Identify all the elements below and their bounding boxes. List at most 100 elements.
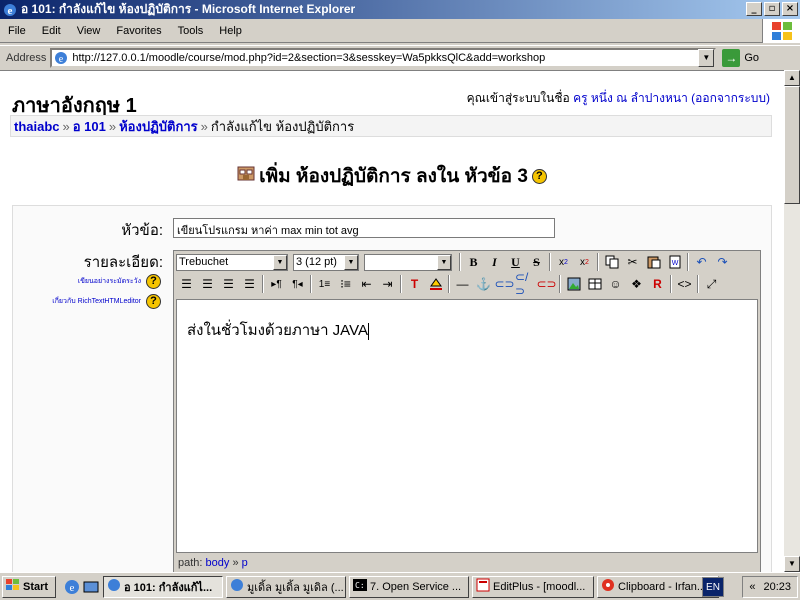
ordered-list-icon[interactable]: 1≡: [314, 274, 335, 294]
page-icon: e: [54, 51, 68, 65]
windows-logo-icon: [6, 579, 20, 594]
background-color-icon[interactable]: [425, 274, 446, 294]
paste-icon[interactable]: [643, 252, 664, 272]
align-left-icon[interactable]: ☰: [176, 274, 197, 294]
task-label: อ 101: กำลังแก้ไ...: [124, 581, 213, 594]
task-command-prompt[interactable]: C: 7. Open Service ...: [349, 575, 469, 598]
special-char-icon[interactable]: ❖: [626, 274, 647, 294]
size-select[interactable]: 3 (12 pt) ▼: [293, 253, 359, 271]
font-select[interactable]: Trebuchet ▼: [176, 253, 288, 271]
task-editplus[interactable]: EditPlus - [moodl...: [472, 575, 594, 598]
align-center-icon[interactable]: ☰: [197, 274, 218, 294]
breadcrumb-separator: »: [62, 118, 70, 134]
anchor-icon[interactable]: ⚓: [473, 274, 494, 294]
text-color-icon[interactable]: T: [404, 274, 425, 294]
task-ie-moodle[interactable]: อ 101: กำลังแก้ไ...: [103, 575, 223, 598]
ie-icon: e: [3, 3, 17, 17]
scroll-thumb[interactable]: [784, 86, 800, 204]
menu-edit[interactable]: Edit: [34, 25, 69, 37]
italic-icon[interactable]: I: [484, 252, 505, 272]
copy-icon[interactable]: [601, 252, 622, 272]
breadcrumb-activity[interactable]: ห้องปฏิบัติการ: [119, 116, 198, 137]
outdent-icon[interactable]: ⇤: [356, 274, 377, 294]
bold-icon[interactable]: B: [463, 252, 484, 272]
toolbar-separator: [262, 275, 264, 293]
style-select[interactable]: ▼: [364, 253, 452, 271]
path-label: path:: [178, 557, 203, 569]
login-user-link[interactable]: ครู หนึ่ง ณ ลำปางหนา: [573, 91, 688, 105]
logout-link[interactable]: (ออกจากระบบ): [691, 91, 770, 105]
window-title: อ 101: กำลังแก้ไข ห้องปฏิบัติการ - Micro…: [21, 2, 356, 16]
help-icon[interactable]: ?: [146, 274, 161, 289]
ltr-icon[interactable]: ▸¶: [266, 274, 287, 294]
chevron-down-icon: ▼: [273, 254, 287, 270]
vertical-scrollbar[interactable]: ▲ ▼: [784, 70, 800, 572]
toolbar-separator: [310, 275, 312, 293]
smiley-icon[interactable]: ☺: [605, 274, 626, 294]
minimize-button[interactable]: _: [746, 2, 762, 16]
writing-help-link[interactable]: เขียนอย่างระมัดระวัง: [78, 276, 141, 287]
task-irfanview[interactable]: Clipboard - Irfan...: [597, 575, 719, 598]
paste-word-icon[interactable]: W: [664, 252, 685, 272]
task-label: 7. Open Service ...: [370, 580, 462, 593]
align-justify-icon[interactable]: ☰: [239, 274, 260, 294]
nolink-icon[interactable]: ⊂⊃: [536, 274, 557, 294]
undo-icon[interactable]: ↶: [691, 252, 712, 272]
unlink-icon[interactable]: ⊂/⊃: [515, 270, 536, 298]
desktop-quicklaunch-icon[interactable]: [83, 579, 99, 595]
indent-icon[interactable]: ⇥: [377, 274, 398, 294]
superscript-icon[interactable]: x2: [574, 252, 595, 272]
editor-content-area[interactable]: ส่งในชั่วโมงด้วยภาษา JAVA: [176, 299, 758, 553]
breadcrumb-current: กำลังแก้ไข ห้องปฏิบัติการ: [210, 118, 355, 134]
horizontal-rule-icon[interactable]: —: [452, 274, 473, 294]
editor-help-link[interactable]: เกี่ยวกับ RichTextHTMLeditor: [52, 296, 141, 307]
editor-content-text: ส่งในชั่วโมงด้วยภาษา JAVA: [187, 322, 368, 339]
address-input[interactable]: e http://127.0.0.1/moodle/course/mod.php…: [50, 47, 717, 68]
ie-quicklaunch-icon[interactable]: e: [64, 579, 80, 595]
menu-help[interactable]: Help: [211, 25, 250, 37]
breadcrumb-site[interactable]: thaiabc: [14, 119, 60, 134]
rtl-icon[interactable]: ¶◂: [287, 274, 308, 294]
breadcrumb-course[interactable]: อ 101: [73, 116, 106, 137]
strikethrough-icon[interactable]: S: [526, 252, 547, 272]
insert-image-icon[interactable]: [563, 274, 584, 294]
redo-icon[interactable]: ↷: [712, 252, 733, 272]
underline-icon[interactable]: U: [505, 252, 526, 272]
scroll-down-icon[interactable]: ▼: [784, 556, 800, 572]
subscript-icon[interactable]: x2: [553, 252, 574, 272]
subject-input[interactable]: เขียนโปรแกรม หาค่า max min tot avg: [173, 218, 555, 238]
task-ie-moodle-2[interactable]: มูเดิ้ล มูเดิ้ล มูเดิล (...: [226, 575, 346, 598]
maximize-button[interactable]: ▫: [764, 2, 780, 16]
align-right-icon[interactable]: ☰: [218, 274, 239, 294]
unordered-list-icon[interactable]: ⁝≡: [335, 274, 356, 294]
help-row-writing: เขียนอย่างระมัดระวัง ?: [33, 274, 161, 289]
login-info: คุณเข้าสู่ระบบในชื่อ ครู หนึ่ง ณ ลำปางหน…: [467, 89, 770, 108]
start-button[interactable]: Start: [2, 575, 56, 598]
language-indicator[interactable]: EN: [702, 577, 724, 597]
address-dropdown-icon[interactable]: ▼: [698, 48, 715, 67]
scroll-up-icon[interactable]: ▲: [784, 70, 800, 86]
html-source-icon[interactable]: <>: [674, 274, 695, 294]
help-icon[interactable]: ?: [146, 294, 161, 309]
insert-table-icon[interactable]: [584, 274, 605, 294]
toolbar-separator: [448, 275, 450, 293]
menu-file[interactable]: File: [0, 25, 34, 37]
search-replace-icon[interactable]: R: [647, 274, 668, 294]
link-icon[interactable]: ⊂⊃: [494, 274, 515, 294]
close-button[interactable]: ×: [782, 2, 798, 16]
path-body-link[interactable]: body: [206, 557, 230, 569]
menu-view[interactable]: View: [69, 25, 109, 37]
path-p-link[interactable]: p: [242, 557, 248, 569]
go-button[interactable]: → Go: [722, 48, 760, 67]
menu-tools[interactable]: Tools: [170, 25, 212, 37]
editor-toolbar-1: Trebuchet ▼ 3 (12 pt) ▼ ▼ B I U S x2 x 2…: [174, 251, 760, 273]
toolbar-separator: [687, 253, 689, 271]
task-label: EditPlus - [moodl...: [493, 580, 586, 593]
address-label: Address: [6, 51, 47, 64]
fullscreen-icon[interactable]: ⤢: [701, 274, 722, 294]
help-icon[interactable]: ?: [531, 168, 547, 184]
tray-chevron-icon[interactable]: «: [749, 581, 755, 593]
menu-favorites[interactable]: Favorites: [108, 25, 169, 37]
go-label: Go: [744, 51, 760, 64]
cut-icon[interactable]: ✂: [622, 252, 643, 272]
